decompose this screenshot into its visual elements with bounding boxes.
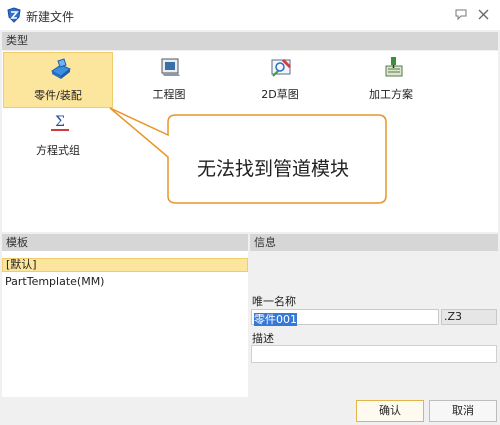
comment-icon[interactable]: [455, 9, 467, 20]
close-icon[interactable]: [478, 9, 489, 20]
type-section-header: 类型: [2, 32, 498, 50]
unique-name-input[interactable]: 零件001: [251, 309, 439, 326]
callout-bubble: [109, 107, 387, 204]
unique-name-label: 唯一名称: [252, 295, 296, 308]
unique-name-value: 零件001: [254, 313, 297, 326]
info-section-header: 信息: [250, 234, 498, 252]
description-label: 描述: [252, 332, 274, 345]
type-list: 零件/装配 工程图 2D草图 加工方案 Σ 方程式组: [2, 51, 498, 232]
template-item-default[interactable]: [默认]: [2, 258, 248, 272]
cancel-button[interactable]: 取消: [429, 400, 497, 422]
callout-text: 无法找到管道模块: [196, 158, 349, 180]
template-section-header: 模板: [2, 234, 248, 252]
shield-logo-icon: [7, 7, 21, 23]
file-extension-label: .Z3: [441, 309, 497, 325]
template-item-part-template-mm[interactable]: PartTemplate(MM): [2, 275, 248, 289]
template-list: [默认] PartTemplate(MM): [2, 251, 248, 397]
description-input[interactable]: [251, 345, 497, 363]
ok-button[interactable]: 确认: [356, 400, 424, 422]
title-bar: 新建文件: [0, 0, 500, 30]
window-title: 新建文件: [26, 10, 75, 24]
